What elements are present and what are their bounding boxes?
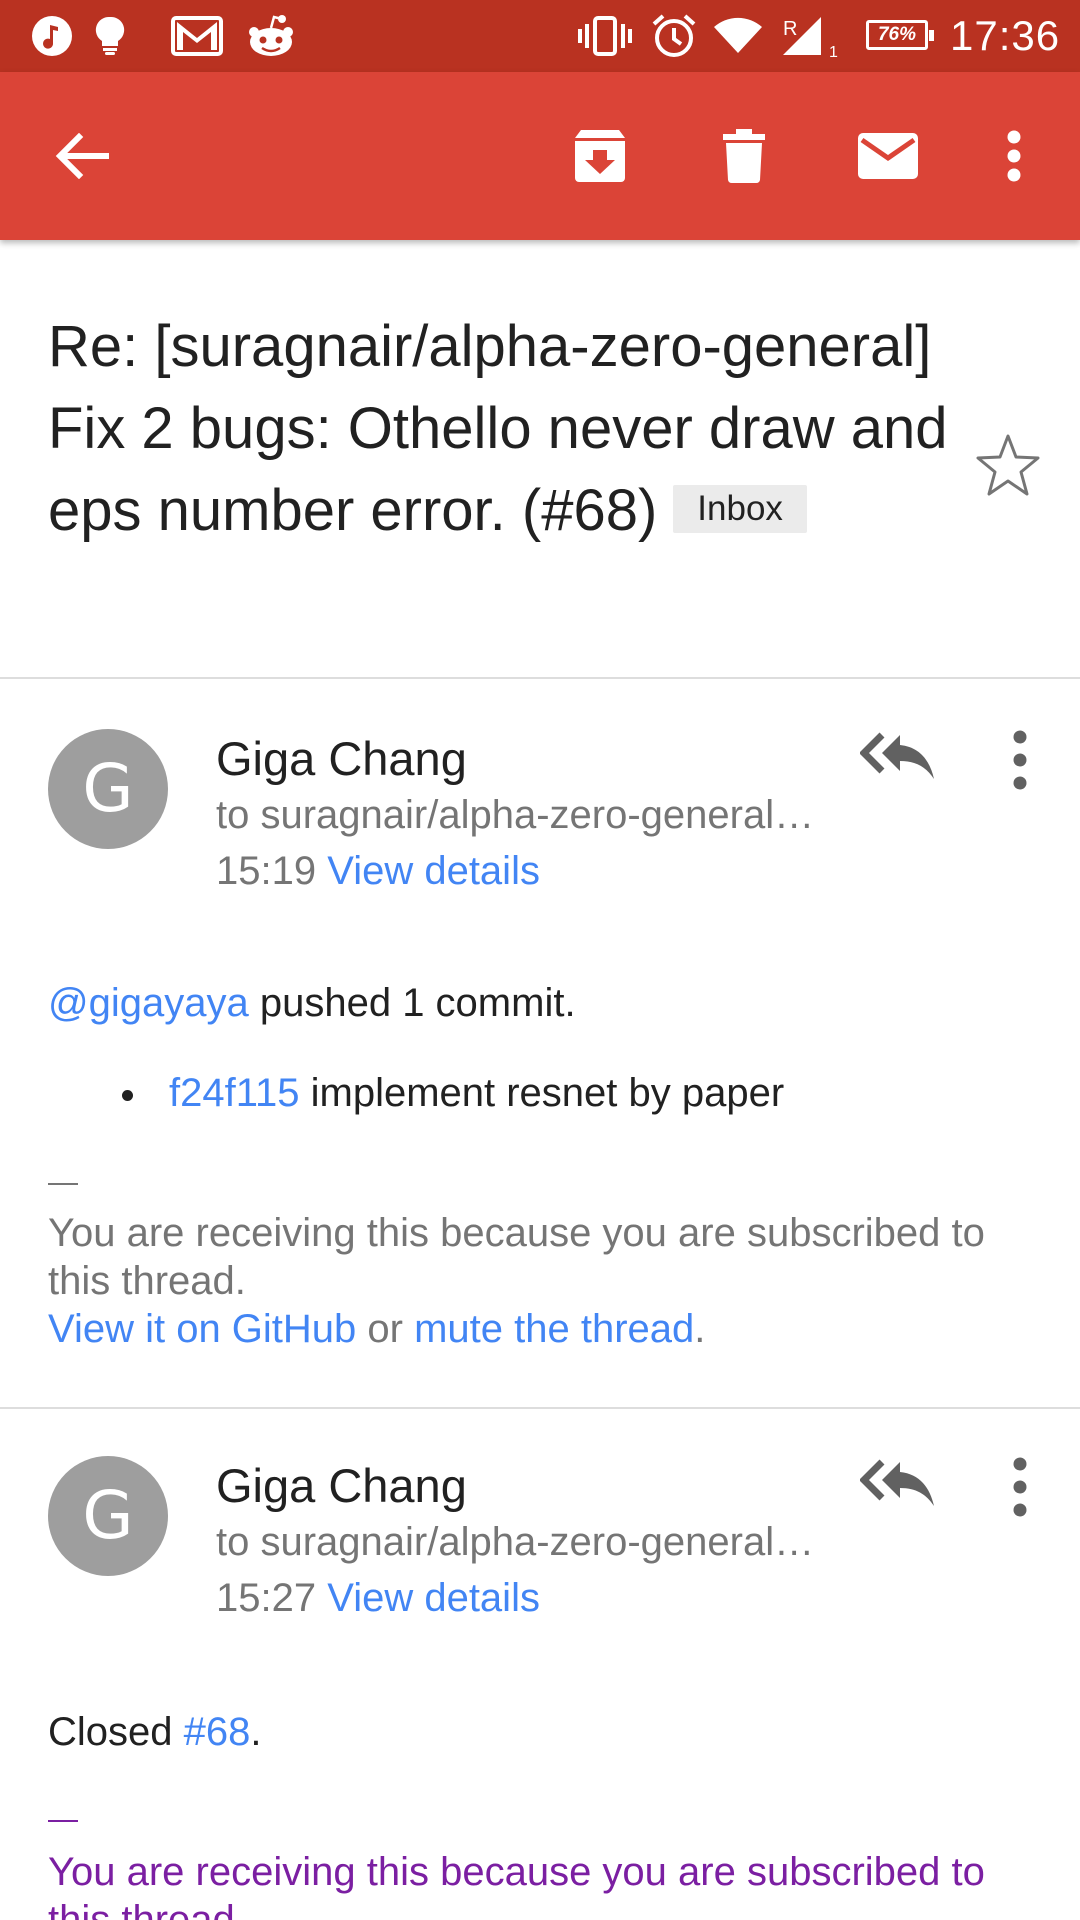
subject-text: Re: [suragnair/alpha-zero-general] Fix 2… (48, 314, 948, 543)
more-vert-icon (1013, 1457, 1027, 1517)
commit-hash-link[interactable]: f24f115 (169, 1071, 300, 1115)
archive-button[interactable] (558, 114, 642, 198)
star-button[interactable] (975, 432, 1041, 498)
closed-notice: Closed #68. (48, 1706, 262, 1758)
subscription-text[interactable]: You are receiving this because you are s… (48, 1850, 985, 1920)
avatar[interactable]: G (48, 729, 168, 849)
more-options-button[interactable] (972, 114, 1056, 198)
recipient-line: to suragnair/alpha-zero-general… (216, 793, 815, 837)
svg-text:R: R (783, 18, 797, 40)
reply-all-icon (859, 732, 934, 779)
svg-text:1: 1 (829, 44, 838, 59)
signal-icon: R1 (776, 14, 844, 59)
push-text: pushed 1 commit. (248, 981, 576, 1025)
archive-icon (575, 130, 625, 182)
message-time: 15:19 (216, 849, 317, 893)
message-2: G Giga Chang to suragnair/alpha-zero-gen… (0, 1408, 1080, 1920)
sender-name: Giga Chang (216, 1459, 467, 1512)
sender-name: Giga Chang (216, 732, 467, 785)
mute-thread-link[interactable]: mute the thread (414, 1307, 694, 1351)
subscription-notice[interactable]: You are receiving this because you are s… (48, 1848, 1038, 1920)
reply-all-button[interactable] (859, 729, 940, 789)
vibrate-icon (576, 14, 634, 58)
star-icon (976, 434, 1040, 496)
delete-icon (723, 129, 765, 184)
more-vert-icon (1013, 730, 1027, 790)
message-time: 15:27 (216, 1576, 317, 1620)
message-meta: 15:27 View details (216, 1572, 540, 1624)
recipient-line: to suragnair/alpha-zero-general… (216, 1520, 815, 1564)
signature-dash (48, 1183, 78, 1185)
gmail-icon (170, 14, 224, 58)
message-1: G Giga Chang to suragnair/alpha-zero-gen… (0, 679, 1080, 1407)
lightbulb-icon (88, 14, 132, 58)
issue-link[interactable]: #68 (184, 1710, 251, 1754)
alarm-icon (650, 14, 698, 58)
period: . (250, 1710, 262, 1754)
subscription-notice: You are receiving this because you are s… (48, 1209, 1038, 1353)
message-meta: 15:19 View details (216, 845, 540, 897)
subscription-text: You are receiving this because you are s… (48, 1211, 985, 1303)
more-vert-icon (1007, 130, 1021, 182)
status-clock: 17:36 (950, 12, 1061, 59)
email-subject: Re: [suragnair/alpha-zero-general] Fix 2… (48, 306, 948, 552)
back-arrow-icon (55, 133, 109, 179)
wifi-icon (712, 14, 764, 58)
reply-all-button[interactable] (859, 1456, 940, 1516)
reply-all-icon (859, 1459, 934, 1506)
battery-indicator: 76% (866, 20, 934, 50)
mark-unread-button[interactable] (846, 114, 930, 198)
back-button[interactable] (40, 114, 124, 198)
delete-button[interactable] (702, 114, 786, 198)
view-details-link[interactable]: View details (327, 849, 540, 893)
message-overflow-button[interactable] (1000, 727, 1040, 793)
status-bar: R1 76% 17:36 (0, 0, 1080, 72)
avatar[interactable]: G (48, 1456, 168, 1576)
mention-link[interactable]: @gigayaya (48, 981, 249, 1025)
music-icon (30, 14, 74, 58)
signature-dash (48, 1820, 78, 1822)
bullet (122, 1089, 133, 1101)
reddit-icon (244, 14, 298, 58)
message-overflow-button[interactable] (1000, 1454, 1040, 1520)
push-summary: @gigayaya pushed 1 commit. (48, 977, 576, 1029)
view-on-github-link[interactable]: View it on GitHub (48, 1307, 356, 1351)
inbox-label-chip[interactable]: Inbox (673, 485, 807, 533)
commit-list-item: f24f115 implement resnet by paper (120, 1067, 784, 1119)
app-toolbar (0, 72, 1080, 240)
closed-text: Closed (48, 1710, 184, 1754)
period: . (694, 1307, 706, 1351)
commit-message: implement resnet by paper (299, 1071, 785, 1115)
view-details-link[interactable]: View details (327, 1576, 540, 1620)
mark-unread-icon (858, 133, 918, 179)
or-text: or (356, 1307, 415, 1351)
